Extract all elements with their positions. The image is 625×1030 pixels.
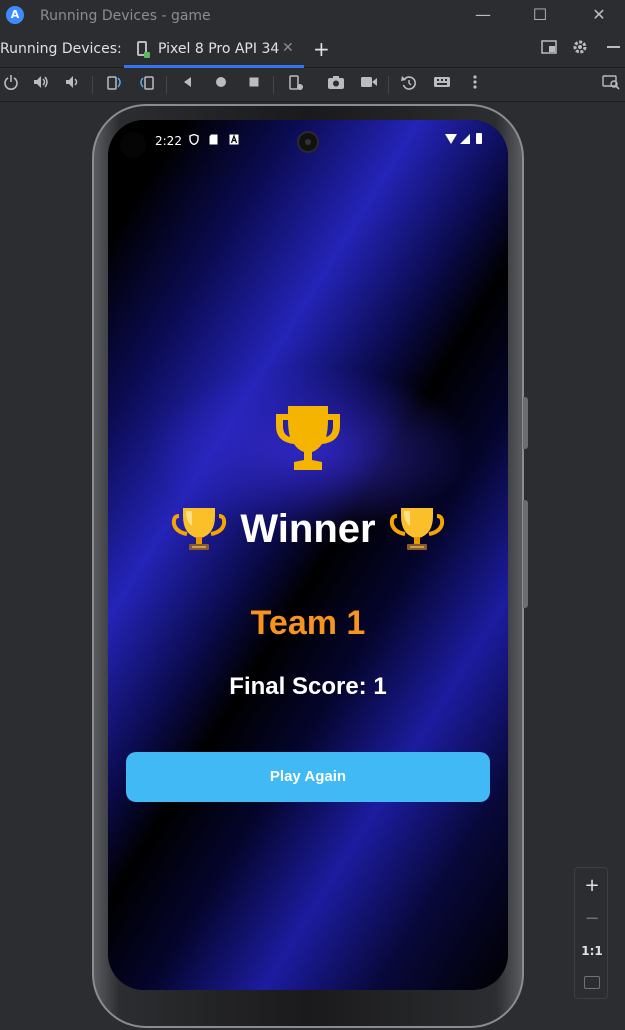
running-devices-tabbar: Running Devices: Pixel 8 Pro API 34 ✕ + xyxy=(0,32,625,68)
more-icon[interactable] xyxy=(464,74,486,96)
device-settings-icon[interactable] xyxy=(285,74,307,96)
zoom-controls: + − 1:1 xyxy=(574,867,608,999)
trophy-emoji-icon xyxy=(389,502,445,556)
gear-icon[interactable] xyxy=(569,39,591,61)
winning-team-name: Team 1 xyxy=(250,604,366,642)
add-device-button[interactable]: + xyxy=(313,37,330,61)
window-title: Running Devices - game xyxy=(40,8,211,24)
window-maximize-button[interactable]: ☐ xyxy=(529,4,551,26)
reset-icon[interactable] xyxy=(398,74,420,96)
toolbar-separator xyxy=(273,76,274,94)
phone-volume-button xyxy=(523,397,528,449)
overview-icon[interactable] xyxy=(243,74,265,96)
front-camera xyxy=(297,131,319,153)
window-minimize-button[interactable]: — xyxy=(472,4,494,26)
window-titlebar: A Running Devices - game — ☐ ✕ xyxy=(0,0,625,32)
rotate-left-icon[interactable] xyxy=(103,74,125,96)
winner-title: Winner xyxy=(240,506,376,551)
keyboard-icon[interactable] xyxy=(432,74,454,96)
volume-down-icon[interactable] xyxy=(62,74,84,96)
android-studio-logo-icon: A xyxy=(6,6,24,24)
rotate-right-icon[interactable] xyxy=(136,74,158,96)
battery-icon xyxy=(476,133,482,144)
zoom-fit-icon[interactable] xyxy=(584,976,600,989)
video-icon[interactable] xyxy=(358,74,380,96)
tab-pixel-8-pro[interactable]: Pixel 8 Pro API 34 ✕ xyxy=(124,32,304,68)
winner-row: Winner xyxy=(108,502,508,562)
zoom-in-button[interactable]: + xyxy=(575,870,609,902)
sd-card-icon xyxy=(209,134,218,148)
device-screen[interactable]: 2:22 Winner Team 1 Final Score: 1 Play A… xyxy=(108,120,508,990)
home-icon[interactable] xyxy=(210,74,232,96)
zoom-out-button[interactable]: − xyxy=(575,903,609,935)
status-time: 2:22 xyxy=(155,134,182,148)
camera-icon[interactable] xyxy=(325,74,347,96)
corner-shadow xyxy=(120,132,146,158)
signal-icon xyxy=(460,134,470,144)
toolbar-separator xyxy=(388,76,389,94)
window-close-button[interactable]: ✕ xyxy=(588,4,610,26)
status-bar: 2:22 xyxy=(108,120,508,160)
a-icon xyxy=(229,134,239,148)
phone-power-button xyxy=(523,500,528,608)
toolbar-separator xyxy=(92,76,93,94)
zoom-actual-size-button[interactable]: 1:1 xyxy=(575,935,609,967)
toolbar-separator xyxy=(166,76,167,94)
power-icon[interactable] xyxy=(0,74,22,96)
device-phone-icon xyxy=(137,41,150,58)
minimize-icon[interactable] xyxy=(602,39,624,61)
trophy-icon xyxy=(272,402,344,474)
layout-icon[interactable] xyxy=(538,39,560,61)
back-icon[interactable] xyxy=(177,74,199,96)
volume-up-icon[interactable] xyxy=(30,74,52,96)
trophy-emoji-icon xyxy=(171,502,227,556)
tab-label: Pixel 8 Pro API 34 xyxy=(158,41,280,57)
wifi-icon xyxy=(445,134,457,144)
play-again-button[interactable]: Play Again xyxy=(126,752,490,802)
inspect-icon[interactable] xyxy=(600,74,622,96)
tab-close-button[interactable]: ✕ xyxy=(282,40,294,56)
shield-icon xyxy=(189,133,199,148)
final-score: Final Score: 1 xyxy=(229,673,387,700)
device-toolbar xyxy=(0,68,625,102)
running-devices-label: Running Devices: xyxy=(0,41,122,57)
